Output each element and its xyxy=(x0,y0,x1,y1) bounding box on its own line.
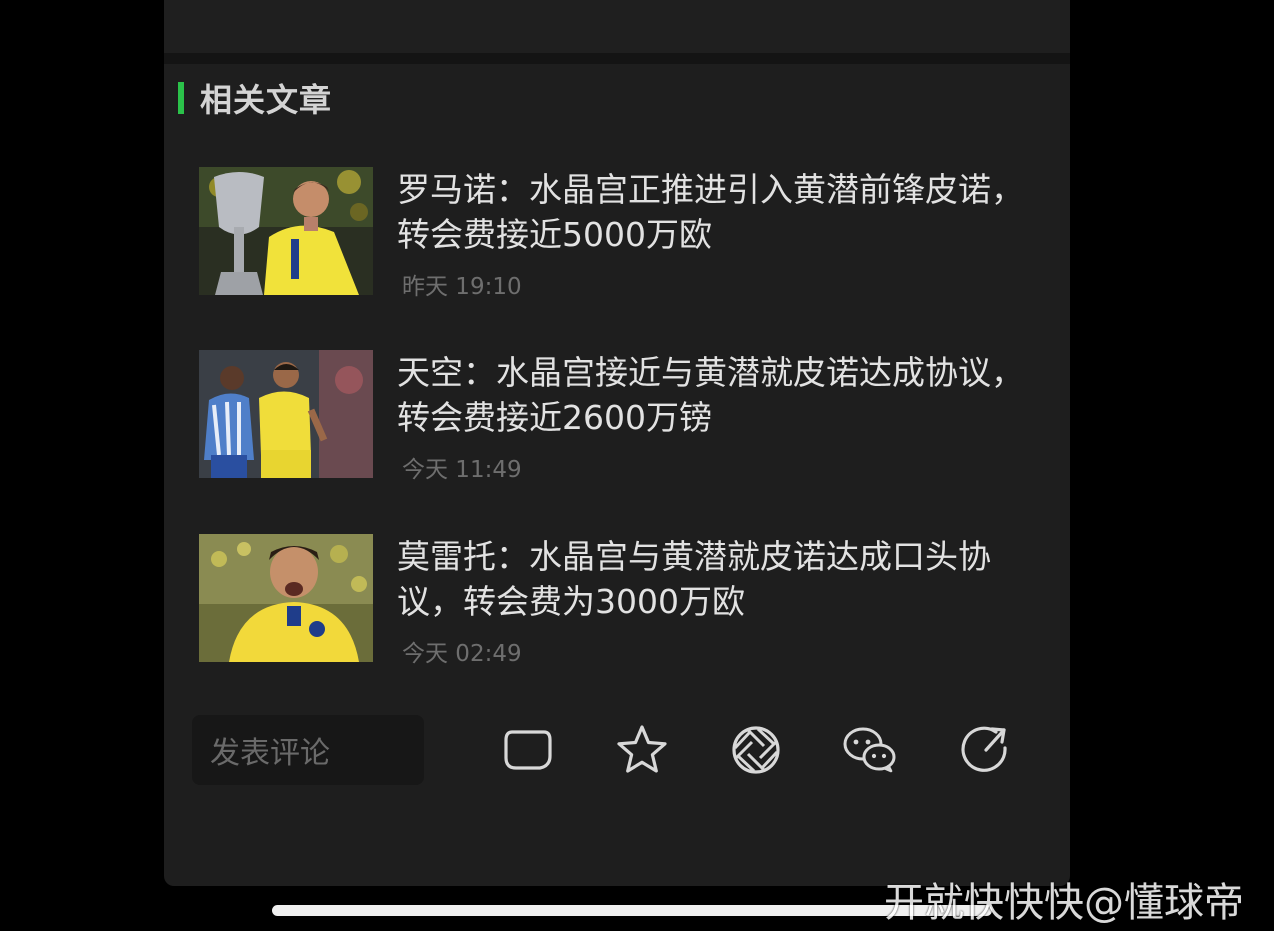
article-title: 罗马诺：水晶宫正推进引入黄潜前锋皮诺，转会费接近5000万欧 xyxy=(397,170,1024,254)
related-article-item[interactable]: 天空：水晶宫接近与黄潜就皮诺达成协议，转会费接近2600万镑 今天 11:49 xyxy=(199,350,1029,483)
related-article-item[interactable]: 罗马诺：水晶宫正推进引入黄潜前锋皮诺，转会费接近5000万欧 昨天 19:10 xyxy=(199,167,1029,300)
comment-icon[interactable] xyxy=(500,722,556,778)
wechat-icon[interactable] xyxy=(842,722,898,778)
related-article-item[interactable]: 莫雷托：水晶宫与黄潜就皮诺达成口头协议，转会费为3000万欧 今天 02:49 xyxy=(199,534,1029,667)
article-thumbnail xyxy=(199,534,373,662)
moments-icon[interactable] xyxy=(728,722,784,778)
article-time: 今天 11:49 xyxy=(402,457,522,483)
watermark: 开就快快快@懂球帝 xyxy=(884,880,1244,926)
article-page: 相关文章 罗马诺：水晶宫正推进引入黄潜前锋皮诺，转会费接近5000万欧 昨天 1… xyxy=(164,0,1070,886)
article-thumbnail xyxy=(199,350,373,478)
article-title: 莫雷托：水晶宫与黄潜就皮诺达成口头协议，转会费为3000万欧 xyxy=(397,537,991,621)
section-divider xyxy=(164,53,1070,64)
previous-content-block xyxy=(164,0,1070,53)
star-icon[interactable] xyxy=(614,722,670,778)
article-thumbnail xyxy=(199,167,373,295)
related-articles-header: 相关文章 xyxy=(178,80,332,119)
article-title: 天空：水晶宫接近与黄潜就皮诺达成协议，转会费接近2600万镑 xyxy=(397,353,1024,437)
accent-bar xyxy=(178,82,184,114)
article-time: 昨天 19:10 xyxy=(402,274,522,300)
share-icon[interactable] xyxy=(956,722,1012,778)
article-time: 今天 02:49 xyxy=(402,641,522,667)
comment-input[interactable]: 发表评论 xyxy=(192,715,424,785)
section-title: 相关文章 xyxy=(200,81,333,119)
